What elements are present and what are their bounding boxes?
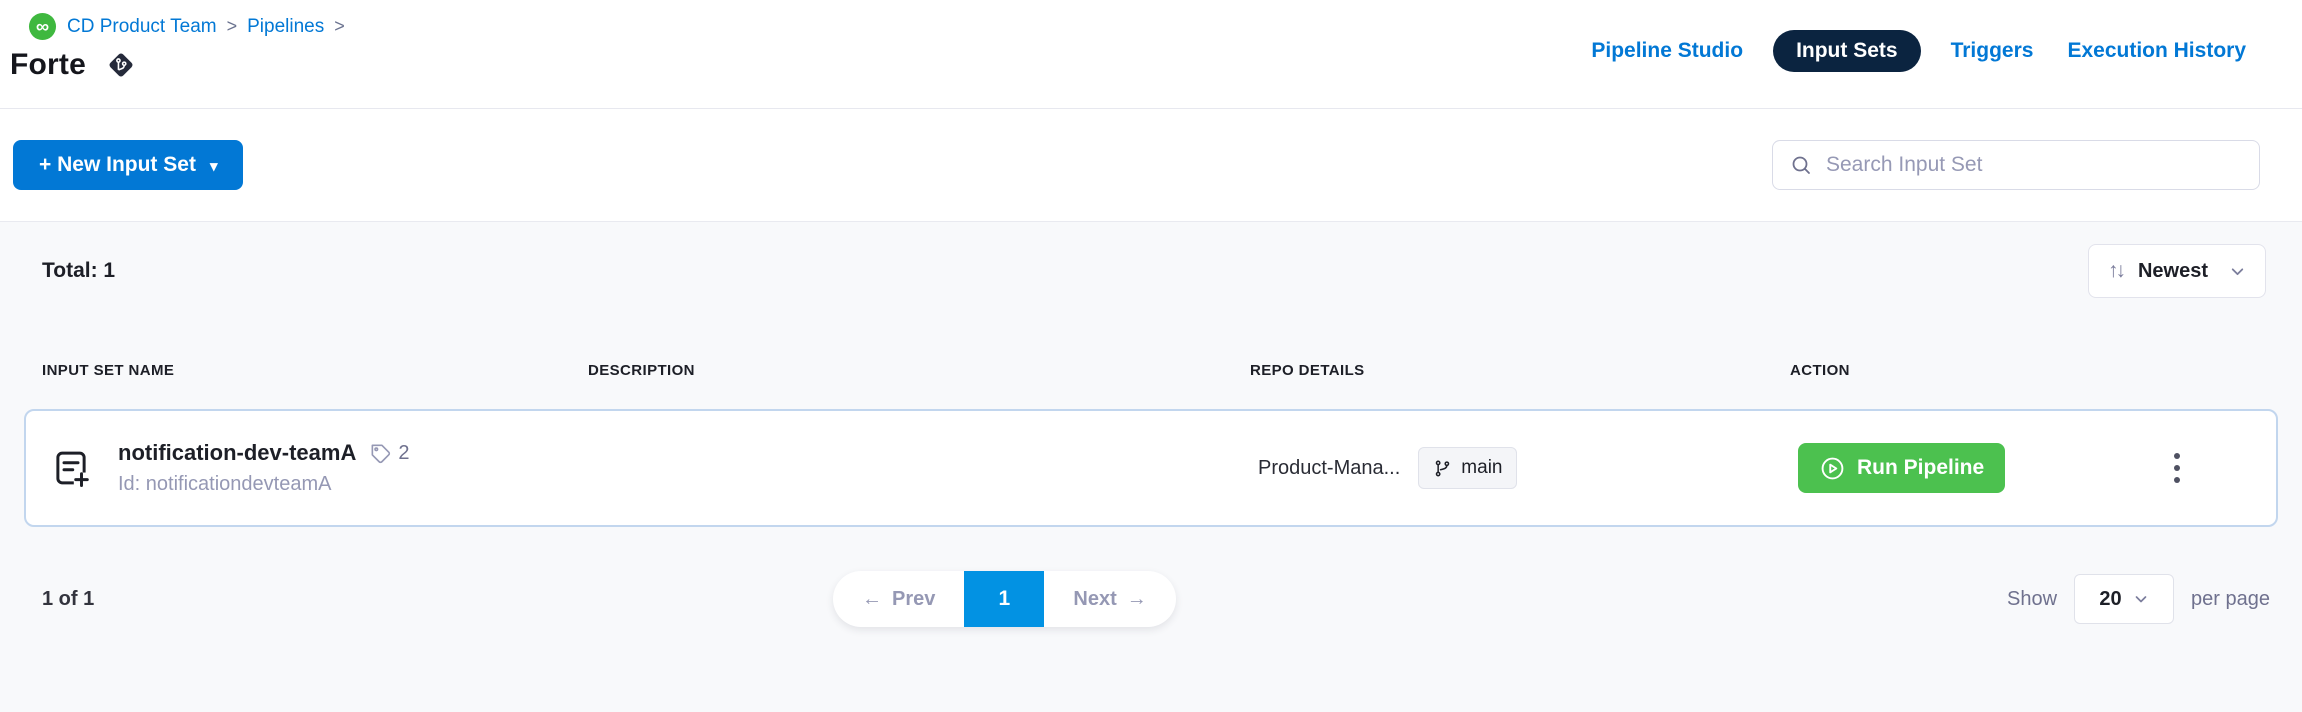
run-pipeline-button[interactable]: Run Pipeline [1798,443,2005,493]
row-options-menu-button[interactable] [2166,445,2188,491]
column-header-repo-details: REPO DETAILS [1250,362,1790,379]
prev-page-button[interactable]: ← Prev [833,571,964,627]
tab-execution-history[interactable]: Execution History [2063,30,2250,72]
tab-triggers[interactable]: Triggers [1947,30,2038,72]
page-size-value: 20 [2099,588,2121,611]
column-header-action: ACTION [1790,362,2278,379]
pagination-row: 1 of 1 ← Prev 1 Next → Show 20 per page [24,571,2278,627]
svg-text:∞: ∞ [36,15,49,36]
name-stack: notification-dev-teamA 2 Id: notificatio… [118,440,409,496]
input-sets-panel: Total: 1 ↑↓ Newest INPUT SET NAME DESCRI… [0,222,2302,712]
run-pipeline-label: Run Pipeline [1857,456,1984,480]
branch-name: main [1461,457,1502,479]
total-count-label: Total: 1 [42,259,115,283]
breadcrumb-pipelines-link[interactable]: Pipelines [247,16,324,38]
cd-module-icon: ∞ [28,12,57,41]
sort-arrows-icon: ↑↓ [2108,259,2123,283]
right-arrow-icon: → [1127,588,1147,611]
chevron-down-icon [2133,591,2149,607]
new-input-set-label: + New Input Set [39,153,196,177]
prev-label: Prev [892,588,935,611]
page-size-dropdown[interactable]: 20 [2074,574,2174,624]
tab-input-sets[interactable]: Input Sets [1773,30,1921,72]
search-box [1772,140,2260,190]
column-header-input-set-name: INPUT SET NAME [42,362,588,379]
pipeline-tabs: Pipeline Studio Input Sets Triggers Exec… [1587,30,2250,72]
input-set-name: notification-dev-teamA [118,440,356,466]
breadcrumb-separator: > [227,16,238,37]
page-header: ∞ CD Product Team > Pipelines > Forte Pi… [0,0,2302,109]
input-set-row[interactable]: notification-dev-teamA 2 Id: notificatio… [24,409,2278,527]
next-page-button[interactable]: Next → [1044,571,1175,627]
input-set-icon [50,447,92,489]
repo-name: Product-Mana... [1258,457,1400,480]
table-header-row: INPUT SET NAME DESCRIPTION REPO DETAILS … [24,362,2278,379]
breadcrumb-project-link[interactable]: CD Product Team [67,16,217,38]
next-label: Next [1073,588,1116,611]
action-cell: Run Pipeline [1798,443,2276,493]
caret-down-icon: ▾ [210,157,218,175]
page-size-control: Show 20 per page [2007,574,2278,624]
search-input[interactable] [1826,153,2243,177]
tag-icon [369,442,392,465]
new-input-set-button[interactable]: + New Input Set ▾ [13,140,243,190]
tag-count: 2 [398,442,409,465]
input-set-id: Id: notificationdevteamA [118,473,409,496]
left-arrow-icon: ← [862,588,882,611]
name-line: notification-dev-teamA 2 [118,440,409,466]
column-header-description: DESCRIPTION [588,362,1250,379]
tags-badge: 2 [369,442,409,465]
per-page-label: per page [2191,588,2270,611]
show-label: Show [2007,588,2057,611]
name-cell: notification-dev-teamA 2 Id: notificatio… [50,440,596,496]
page-title: Forte [10,48,86,82]
search-icon [1789,153,1813,177]
sort-selected-value: Newest [2138,260,2208,283]
branch-badge: main [1418,447,1517,489]
git-branch-icon [1433,459,1452,478]
toolbar: + New Input Set ▾ [0,109,2302,222]
page-number-button[interactable]: 1 [964,571,1044,627]
page-range-label: 1 of 1 [42,588,94,611]
repo-details-cell: Product-Mana... main [1258,447,1798,489]
remote-pipeline-git-icon [104,48,138,82]
pager: ← Prev 1 Next → [833,571,1176,627]
meta-row: Total: 1 ↑↓ Newest [24,222,2278,298]
play-circle-icon [1819,455,1846,482]
chevron-down-icon [2229,263,2246,280]
breadcrumb-separator: > [334,16,345,37]
tab-pipeline-studio[interactable]: Pipeline Studio [1587,30,1747,72]
sort-dropdown[interactable]: ↑↓ Newest [2088,244,2266,298]
